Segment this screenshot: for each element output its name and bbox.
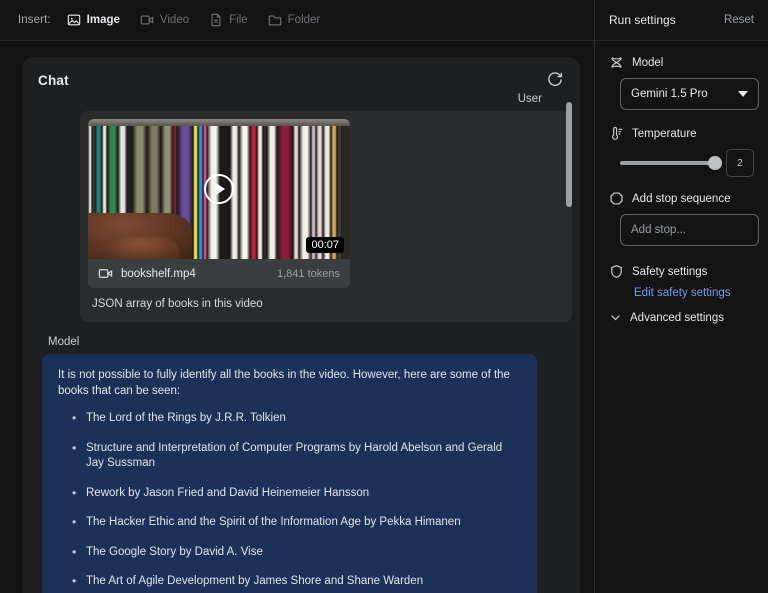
chat-scroll-area[interactable]: User 00:07 <box>22 93 580 585</box>
book-spine <box>250 119 257 259</box>
book-list-item: The Google Story by David A. Vise <box>72 545 521 561</box>
insert-image-label: Image <box>87 14 120 26</box>
book-list-item: Structure and Interpretation of Computer… <box>72 441 521 472</box>
insert-folder-button[interactable]: Folder <box>266 10 323 30</box>
chat-wrapper: Chat User <box>0 41 594 593</box>
safety-settings-row: Safety settings <box>609 264 754 279</box>
insert-file-label: File <box>229 14 248 26</box>
video-attachment-card[interactable]: 00:07 bookshelf.mp4 1,84 <box>88 119 350 288</box>
insert-video-button[interactable]: Video <box>138 10 191 30</box>
main-column: Insert: Image Vi <box>0 0 595 593</box>
edit-safety-settings-link[interactable]: Edit safety settings <box>634 287 754 299</box>
user-role-label: User <box>32 93 554 105</box>
run-settings-sidebar: Run settings Reset Model Gemini 1.5 Pro <box>595 0 768 593</box>
video-file-icon <box>98 266 113 281</box>
folder-icon <box>268 13 282 27</box>
chat-scrollbar[interactable] <box>566 102 572 593</box>
model-row: Model <box>609 55 754 70</box>
chevron-down-icon <box>609 311 622 324</box>
insert-folder-label: Folder <box>288 14 321 26</box>
model-response-intro: It is not possible to fully identify all… <box>58 368 521 399</box>
book-list-item: The Hacker Ethic and the Spirit of the I… <box>72 515 521 531</box>
couch-foreground <box>88 213 192 259</box>
stop-sequence-label: Add stop sequence <box>632 193 730 205</box>
run-settings-body: Model Gemini 1.5 Pro Temperature <box>595 41 768 324</box>
slider-track <box>620 161 716 165</box>
insert-label: Insert: <box>18 14 51 26</box>
insert-video-label: Video <box>160 14 189 26</box>
run-settings-title: Run settings <box>609 13 676 27</box>
temperature-value[interactable]: 2 <box>726 149 754 177</box>
chat-panel: Chat User <box>22 57 580 593</box>
app-root: Insert: Image Vi <box>0 0 768 593</box>
model-select[interactable]: Gemini 1.5 Pro <box>620 78 759 110</box>
book-list-item: The Lord of the Rings by J.R.R. Tolkien <box>72 411 521 427</box>
slider-thumb[interactable] <box>708 156 722 170</box>
video-thumbnail: 00:07 <box>88 119 350 259</box>
video-duration: 00:07 <box>306 237 344 253</box>
video-icon <box>140 13 154 27</box>
temperature-icon <box>609 126 624 141</box>
image-icon <box>67 13 81 27</box>
play-icon[interactable] <box>204 174 234 204</box>
model-icon <box>609 55 624 70</box>
book-list-item: Rework by Jason Fried and David Heinemei… <box>72 486 521 502</box>
temperature-control: 2 <box>620 149 754 177</box>
book-list: The Lord of the Rings by J.R.R. Tolkien S… <box>58 411 521 593</box>
video-file-bar: bookshelf.mp4 1,841 tokens <box>88 259 350 288</box>
temperature-slider[interactable] <box>620 155 716 171</box>
shield-icon <box>609 264 624 279</box>
file-icon <box>209 13 223 27</box>
temperature-label: Temperature <box>632 128 697 140</box>
chevron-down-icon <box>738 91 748 97</box>
safety-settings-label: Safety settings <box>632 266 707 278</box>
insert-image-button[interactable]: Image <box>65 10 122 30</box>
chat-scrollbar-thumb[interactable] <box>566 102 572 207</box>
book-spine <box>239 119 250 259</box>
model-label: Model <box>632 57 663 69</box>
reset-button[interactable]: Reset <box>724 14 754 26</box>
book-spine <box>267 119 277 259</box>
chat-title: Chat <box>38 73 69 88</box>
run-settings-header: Run settings Reset <box>595 0 768 41</box>
model-response-bubble: It is not possible to fully identify all… <box>42 354 537 593</box>
advanced-settings-toggle[interactable]: Advanced settings <box>609 311 754 324</box>
book-list-item: The Art of Agile Development by James Sh… <box>72 574 521 590</box>
book-spine <box>277 119 293 259</box>
insert-toolbar: Insert: Image Vi <box>0 0 594 41</box>
insert-file-button[interactable]: File <box>207 10 250 30</box>
token-count: 1,841 tokens <box>277 268 340 280</box>
refresh-icon[interactable] <box>546 71 564 89</box>
user-message-bubble: 00:07 bookshelf.mp4 1,84 <box>80 111 572 322</box>
temperature-row: Temperature <box>609 126 754 141</box>
video-file-name: bookshelf.mp4 <box>121 268 269 280</box>
model-select-value: Gemini 1.5 Pro <box>631 88 708 100</box>
user-prompt-text: JSON array of books in this video <box>88 288 564 314</box>
shelf-edge <box>88 119 350 126</box>
advanced-settings-label: Advanced settings <box>630 312 724 324</box>
chat-header: Chat <box>22 57 580 93</box>
stop-sequence-input[interactable] <box>620 214 759 246</box>
model-role-label: Model <box>32 336 554 348</box>
stop-sequence-row: Add stop sequence <box>609 191 754 206</box>
stop-circle-icon <box>609 191 624 206</box>
